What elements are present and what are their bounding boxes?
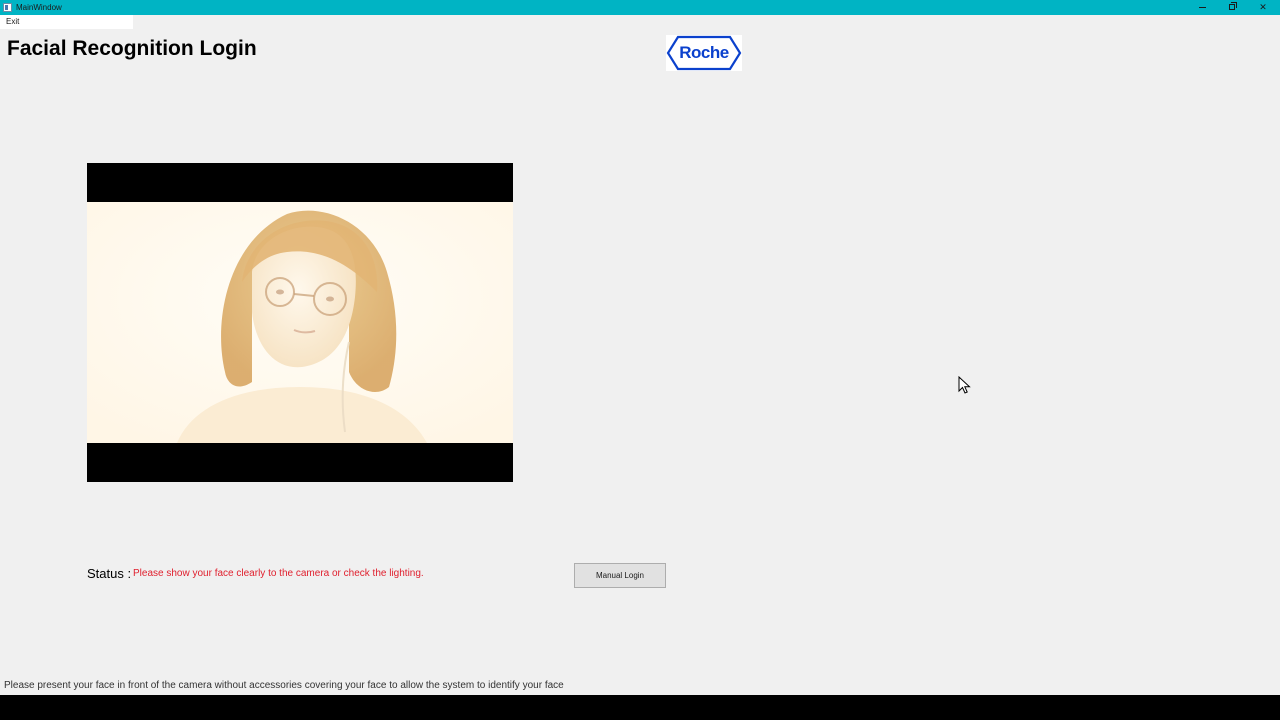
main-window: MainWindow ✕ Exit Facial Recognition Log… bbox=[0, 0, 1280, 695]
page-title: Facial Recognition Login bbox=[7, 37, 257, 60]
camera-preview bbox=[87, 163, 513, 482]
webcam-face-image bbox=[87, 202, 513, 443]
window-title: MainWindow bbox=[16, 3, 62, 12]
webcam-image bbox=[87, 202, 513, 443]
taskbar bbox=[0, 695, 1280, 720]
menu-bar: Exit bbox=[0, 15, 133, 29]
status-label: Status : bbox=[87, 566, 132, 581]
minimize-icon bbox=[1199, 7, 1206, 8]
menu-item-exit[interactable]: Exit bbox=[6, 17, 19, 27]
app-icon bbox=[3, 3, 12, 12]
logo-text: Roche bbox=[679, 43, 729, 62]
roche-logo: Roche bbox=[666, 35, 742, 71]
close-icon: ✕ bbox=[1259, 2, 1267, 12]
minimize-button[interactable] bbox=[1188, 0, 1218, 15]
status-bar-text: Please present your face in front of the… bbox=[4, 680, 564, 691]
manual-login-button[interactable]: Manual Login bbox=[574, 563, 666, 588]
close-button[interactable]: ✕ bbox=[1248, 0, 1278, 15]
restore-button[interactable] bbox=[1218, 0, 1248, 15]
restore-icon bbox=[1229, 2, 1237, 10]
mouse-cursor-icon bbox=[958, 375, 974, 396]
title-bar[interactable]: MainWindow ✕ bbox=[0, 0, 1280, 15]
status-message: Please show your face clearly to the cam… bbox=[133, 568, 424, 579]
